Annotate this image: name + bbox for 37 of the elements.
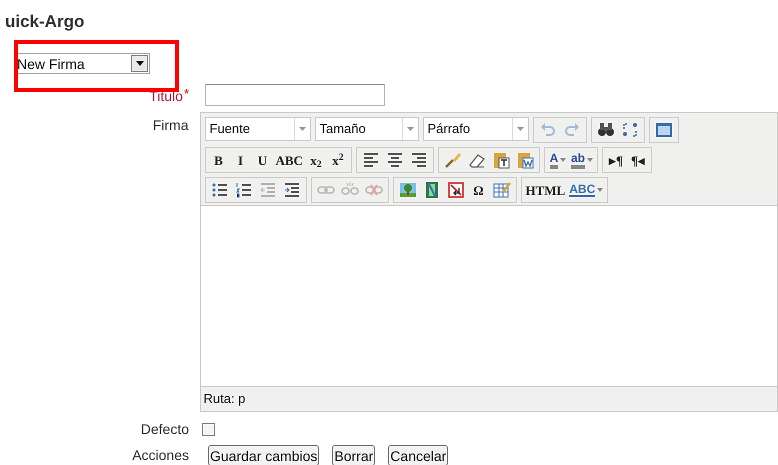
- number-list-icon: [234, 180, 254, 200]
- image-icon: [398, 180, 418, 200]
- action-button[interactable]: Cancelar: [388, 445, 448, 465]
- status-path: Ruta: p: [202, 390, 246, 408]
- caret-icon: [560, 158, 566, 162]
- toolbar-button[interactable]: Ω: [468, 179, 490, 201]
- format-dropdown[interactable]: Fuente: [204, 117, 310, 141]
- field-label: Firma: [152, 116, 190, 135]
- toolbar-button[interactable]: I: [230, 149, 252, 171]
- caret-icon: [586, 158, 593, 162]
- toolbar-button[interactable]: ¶◂: [626, 149, 649, 171]
- toolbar-button[interactable]: x$_{2}$: [304, 149, 327, 171]
- field-label: Acciones: [131, 446, 190, 465]
- action-button[interactable]: Borrar: [332, 445, 376, 465]
- caret-icon: [597, 188, 604, 192]
- field-label: Defecto: [140, 420, 190, 438]
- toolbar-button[interactable]: ▸¶: [604, 149, 627, 171]
- toolbar-button[interactable]: HTML: [524, 179, 568, 201]
- page-heading: uick-Argo: [4, 11, 86, 33]
- outdent-icon: [258, 180, 278, 200]
- default-checkbox[interactable]: [202, 422, 215, 436]
- toolbar-button[interactable]: ABC: [567, 179, 606, 201]
- toolbar-button[interactable]: ABC: [274, 149, 305, 171]
- toolbar-button[interactable]: B: [208, 149, 230, 171]
- toolbar-button[interactable]: x$^{2}$: [326, 149, 349, 171]
- required-mark: *: [184, 85, 189, 103]
- toolbar-button[interactable]: U: [252, 149, 274, 171]
- action-button[interactable]: Guardar cambios: [208, 445, 320, 465]
- brush-icon: [442, 150, 463, 170]
- fullscreen-icon: [654, 120, 674, 140]
- format-dropdown[interactable]: Párrafo: [422, 117, 528, 141]
- title-input[interactable]: [205, 84, 385, 106]
- toolbar-button[interactable]: A: [546, 149, 569, 171]
- format-dropdown[interactable]: Tamaño: [314, 117, 418, 141]
- table-edit-icon: [492, 180, 512, 200]
- toolbar-button[interactable]: ab: [568, 149, 595, 171]
- caret-icon: [131, 55, 148, 72]
